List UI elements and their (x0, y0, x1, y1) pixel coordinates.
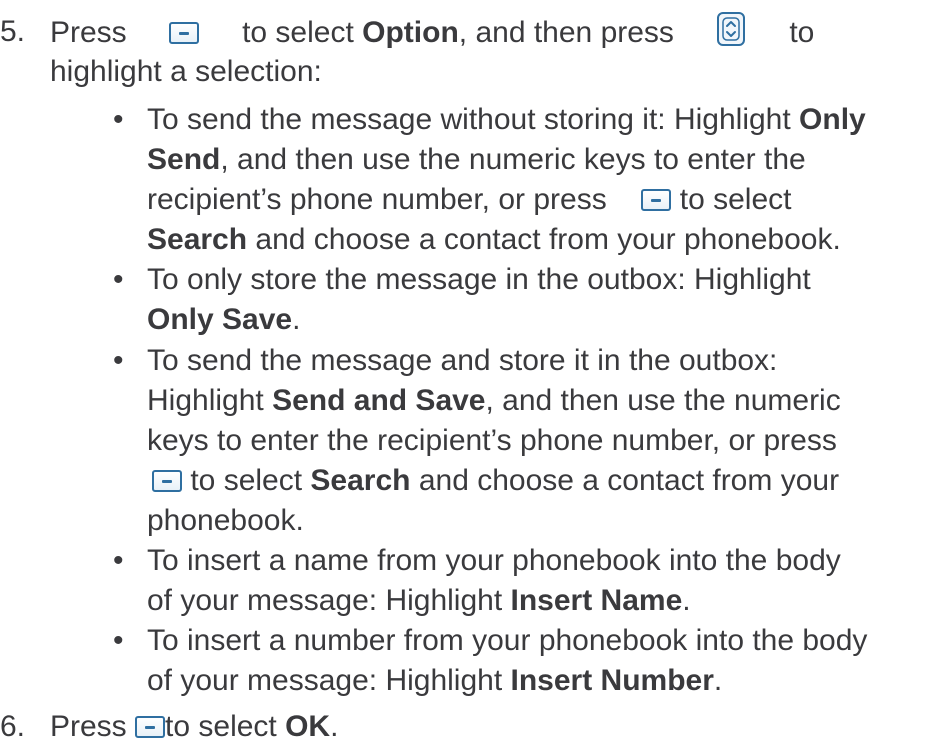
bullet-1-to-select: to select (679, 183, 792, 216)
step-5-number: 5. (0, 15, 26, 48)
step-5-line-2: highlight a selection: (50, 55, 322, 88)
bullet-1-text: To send the message without storing it: … (147, 103, 800, 136)
bullet-3-line-3: keys to enter the recipient’s phone numb… (147, 424, 837, 457)
softkey-minus-icon (135, 716, 166, 738)
bullet-3-to-select: to select (182, 464, 311, 497)
bullet-1-search: Search (147, 223, 248, 256)
bullet-2-only-save: Only Save (147, 303, 293, 336)
softkey-minus-icon (641, 189, 672, 211)
step-5-to: to (789, 16, 815, 49)
step-6-number: 6. (0, 710, 26, 743)
bullet-4-line-1: To insert a name from your phonebook int… (147, 544, 841, 577)
step-5-to-select: to select (242, 16, 354, 49)
bullet-3-symbol: • (113, 344, 124, 377)
bullet-1-send: Send (147, 143, 221, 176)
nav-up-down-icon (716, 12, 745, 46)
bullet-5-text: of your message: Highlight (147, 664, 511, 697)
bullet-3-text: , and then use the numeric (485, 384, 841, 417)
bullet-5-period: . (713, 664, 723, 697)
softkey-minus-icon (169, 22, 200, 44)
bullet-3-search: Search (310, 464, 411, 497)
step-6-line: Press to select OK. (50, 707, 338, 747)
bullet-4-insert-name: Insert Name (510, 584, 683, 617)
bullet-1-text-3: recipient’s phone number, or press (147, 183, 607, 216)
bullet-2-line-2: Only Save. (147, 300, 300, 340)
bullet-4-symbol: • (113, 544, 124, 577)
bullet-3-send-and-save: Send and Save (272, 384, 486, 417)
step-5-option: Option (362, 16, 459, 49)
bullet-3-highlight: Highlight (147, 384, 273, 417)
softkey-minus-icon (152, 470, 182, 492)
bullet-3-text-4: and choose a contact from your (410, 464, 840, 497)
bullet-3-line-2: Highlight Send and Save, and then use th… (147, 381, 841, 421)
bullet-4-line-2: of your message: Highlight Insert Name. (147, 581, 691, 621)
bullet-1-text-4: and choose a contact from your phonebook… (247, 223, 841, 256)
bullet-5-line-1: To insert a number from your phonebook i… (147, 624, 868, 657)
bullet-4-text: of your message: Highlight (147, 584, 511, 617)
bullet-5-line-2: of your message: Highlight Insert Number… (147, 661, 722, 701)
bullet-1-line-4: Search and choose a contact from your ph… (147, 220, 841, 260)
step-5-line-1: Press to select Option, and then press t… (50, 12, 814, 53)
manual-page: 5. Press to select Option, and then pres… (0, 0, 927, 743)
bullet-3-line-1: To send the message and store it in the … (147, 344, 778, 377)
bullet-1-line-2: Send, and then use the numeric keys to e… (147, 140, 806, 180)
bullet-1-only: Only (799, 103, 866, 136)
step-5-and-then: , and then press (458, 16, 674, 49)
bullet-2-period: . (292, 303, 301, 336)
bullet-3-line-4: to select Search and choose a contact fr… (152, 461, 839, 501)
bullet-1-line-1: To send the message without storing it: … (147, 100, 866, 140)
bullet-2-symbol: • (113, 263, 124, 296)
bullet-1-symbol: • (113, 103, 124, 136)
bullet-1-line-3: recipient’s phone number, or press to se… (147, 180, 791, 220)
bullet-2-line-1: To only store the message in the outbox:… (147, 263, 811, 296)
step-5-press: Press (50, 16, 127, 49)
bullet-1-text-2: , and then use the numeric keys to enter… (220, 143, 806, 176)
bullet-5-symbol: • (113, 624, 124, 657)
bullet-5-insert-number: Insert Number (510, 664, 714, 697)
bullet-4-period: . (682, 584, 691, 617)
bullet-3-line-5: phonebook. (147, 504, 304, 537)
